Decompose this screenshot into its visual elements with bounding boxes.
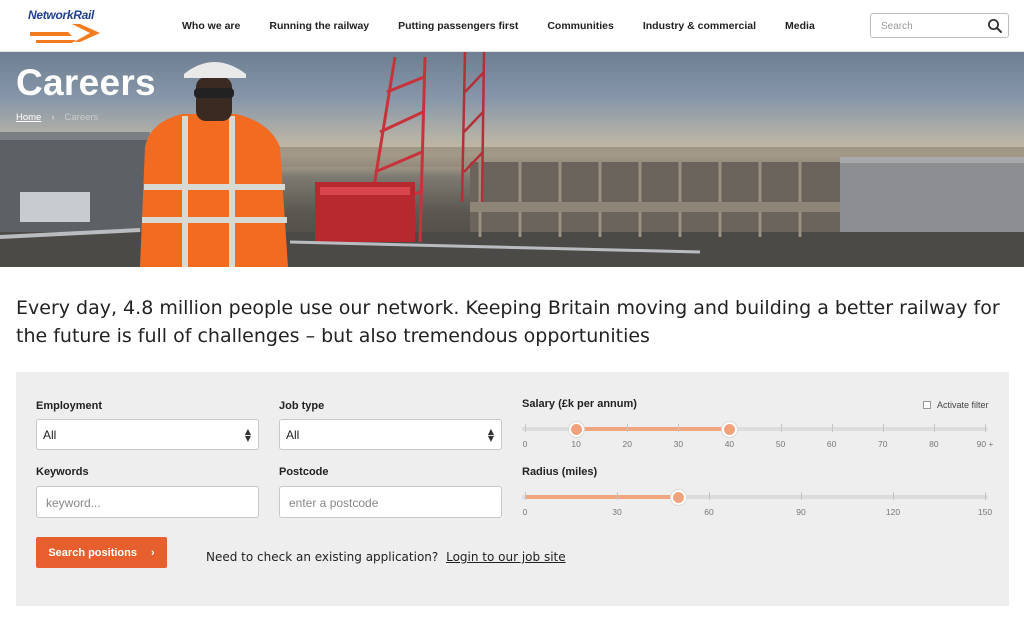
network-rail-logo[interactable]: NetworkRail [28,8,106,43]
nav-item-running-the-railway[interactable]: Running the railway [269,20,369,32]
radius-tick-label: 90 [796,507,806,517]
job-type-label: Job type [279,400,325,412]
employment-value: All [43,428,57,442]
nav-item-who-we-are[interactable]: Who we are [182,20,240,32]
search-icon[interactable] [987,18,1003,34]
radius-tick [709,492,710,500]
salary-tick [627,424,629,432]
postcode-field-wrapper [279,486,502,518]
radius-tick [801,492,802,500]
salary-handle-min[interactable] [569,422,585,437]
site-search [870,13,1009,38]
salary-tick-label: 30 [673,439,684,449]
select-arrows-icon: ▲ ▼ [487,427,494,443]
logo-arrows-icon [30,24,100,43]
job-search-panel: Employment All ▲ ▼ Job type All ▲ ▼ Keywor… [16,372,1009,606]
breadcrumb-separator: › [51,112,55,123]
postcode-input[interactable] [289,495,489,511]
employment-select[interactable]: All ▲ ▼ [36,419,259,450]
search-positions-label: Search positions [48,546,137,559]
radius-handle[interactable] [671,490,687,505]
job-type-value: All [286,428,300,442]
radius-slider[interactable]: 0 30 60 90 120 150 [522,490,992,532]
job-site-login-link[interactable]: Login to our job site [446,550,566,564]
breadcrumb: Home › Careers [16,112,98,123]
activate-filter-label: Activate filter [937,400,989,410]
activate-filter-checkbox[interactable] [923,401,931,409]
intro-text: Every day, 4.8 million people use our ne… [16,297,1000,347]
keywords-input[interactable] [46,495,246,511]
radius-tick [617,492,618,500]
radius-tick-label: 150 [977,507,993,517]
salary-handle-max[interactable] [722,422,738,437]
nav-item-putting-passengers-first[interactable]: Putting passengers first [398,20,518,32]
salary-tick [882,424,884,432]
salary-tick-label: 0 [522,439,528,449]
breadcrumb-current: Careers [64,112,99,123]
existing-application-prompt: Need to check an existing application? [206,550,439,564]
salary-range-slider[interactable]: 0 10 20 30 40 50 60 70 80 90 + [522,422,993,464]
radius-selected-range [525,495,679,499]
keywords-field-wrapper [36,486,259,518]
salary-tick [780,424,782,432]
salary-tick [831,424,833,432]
site-header: NetworkRail Who we are Running the railw… [0,0,1024,52]
job-type-select[interactable]: All ▲ ▼ [279,419,502,450]
salary-selected-range [576,427,730,431]
salary-tick [678,424,680,432]
salary-tick-label: 50 [775,439,786,449]
logo-wordmark: NetworkRail [28,8,95,22]
main-nav: Who we are Running the railway Putting p… [182,0,844,52]
nav-item-communities[interactable]: Communities [547,20,614,32]
activate-filter[interactable]: Activate filter [923,400,989,410]
salary-tick [525,424,526,432]
salary-tick [933,424,935,432]
nav-item-industry-commercial[interactable]: Industry & commercial [643,20,756,32]
salary-tick-label: 90 + [976,439,994,449]
breadcrumb-home-link[interactable]: Home [16,112,41,123]
salary-tick-label: 70 [878,439,888,449]
postcode-label: Postcode [279,466,329,478]
search-positions-button[interactable]: Search positions › [36,537,167,568]
salary-tick [985,424,986,432]
salary-tick-label: 60 [826,439,837,449]
search-input[interactable] [881,18,985,34]
radius-tick [985,492,986,500]
radius-tick-label: 30 [612,507,622,517]
radius-tick-label: 0 [522,507,528,517]
keywords-label: Keywords [36,466,89,478]
page-title: Careers [16,62,156,103]
salary-tick-label: 80 [929,439,939,449]
hero-banner: Careers Home › Careers [0,52,1024,267]
radius-label: Radius (miles) [522,466,598,478]
salary-tick-label: 20 [622,439,632,449]
radius-tick [893,492,894,500]
radius-tick-label: 60 [704,507,714,517]
existing-application-text: Need to check an existing application? L… [206,550,566,564]
select-arrows-icon: ▲ ▼ [244,427,251,443]
chevron-right-icon: › [150,546,155,559]
radius-tick-label: 120 [885,507,901,517]
salary-tick-label: 10 [571,439,581,449]
salary-label: Salary (£k per annum) [522,398,637,410]
salary-tick-label: 40 [724,439,735,449]
nav-item-media[interactable]: Media [785,20,815,32]
radius-tick [525,492,526,500]
employment-label: Employment [36,400,103,412]
